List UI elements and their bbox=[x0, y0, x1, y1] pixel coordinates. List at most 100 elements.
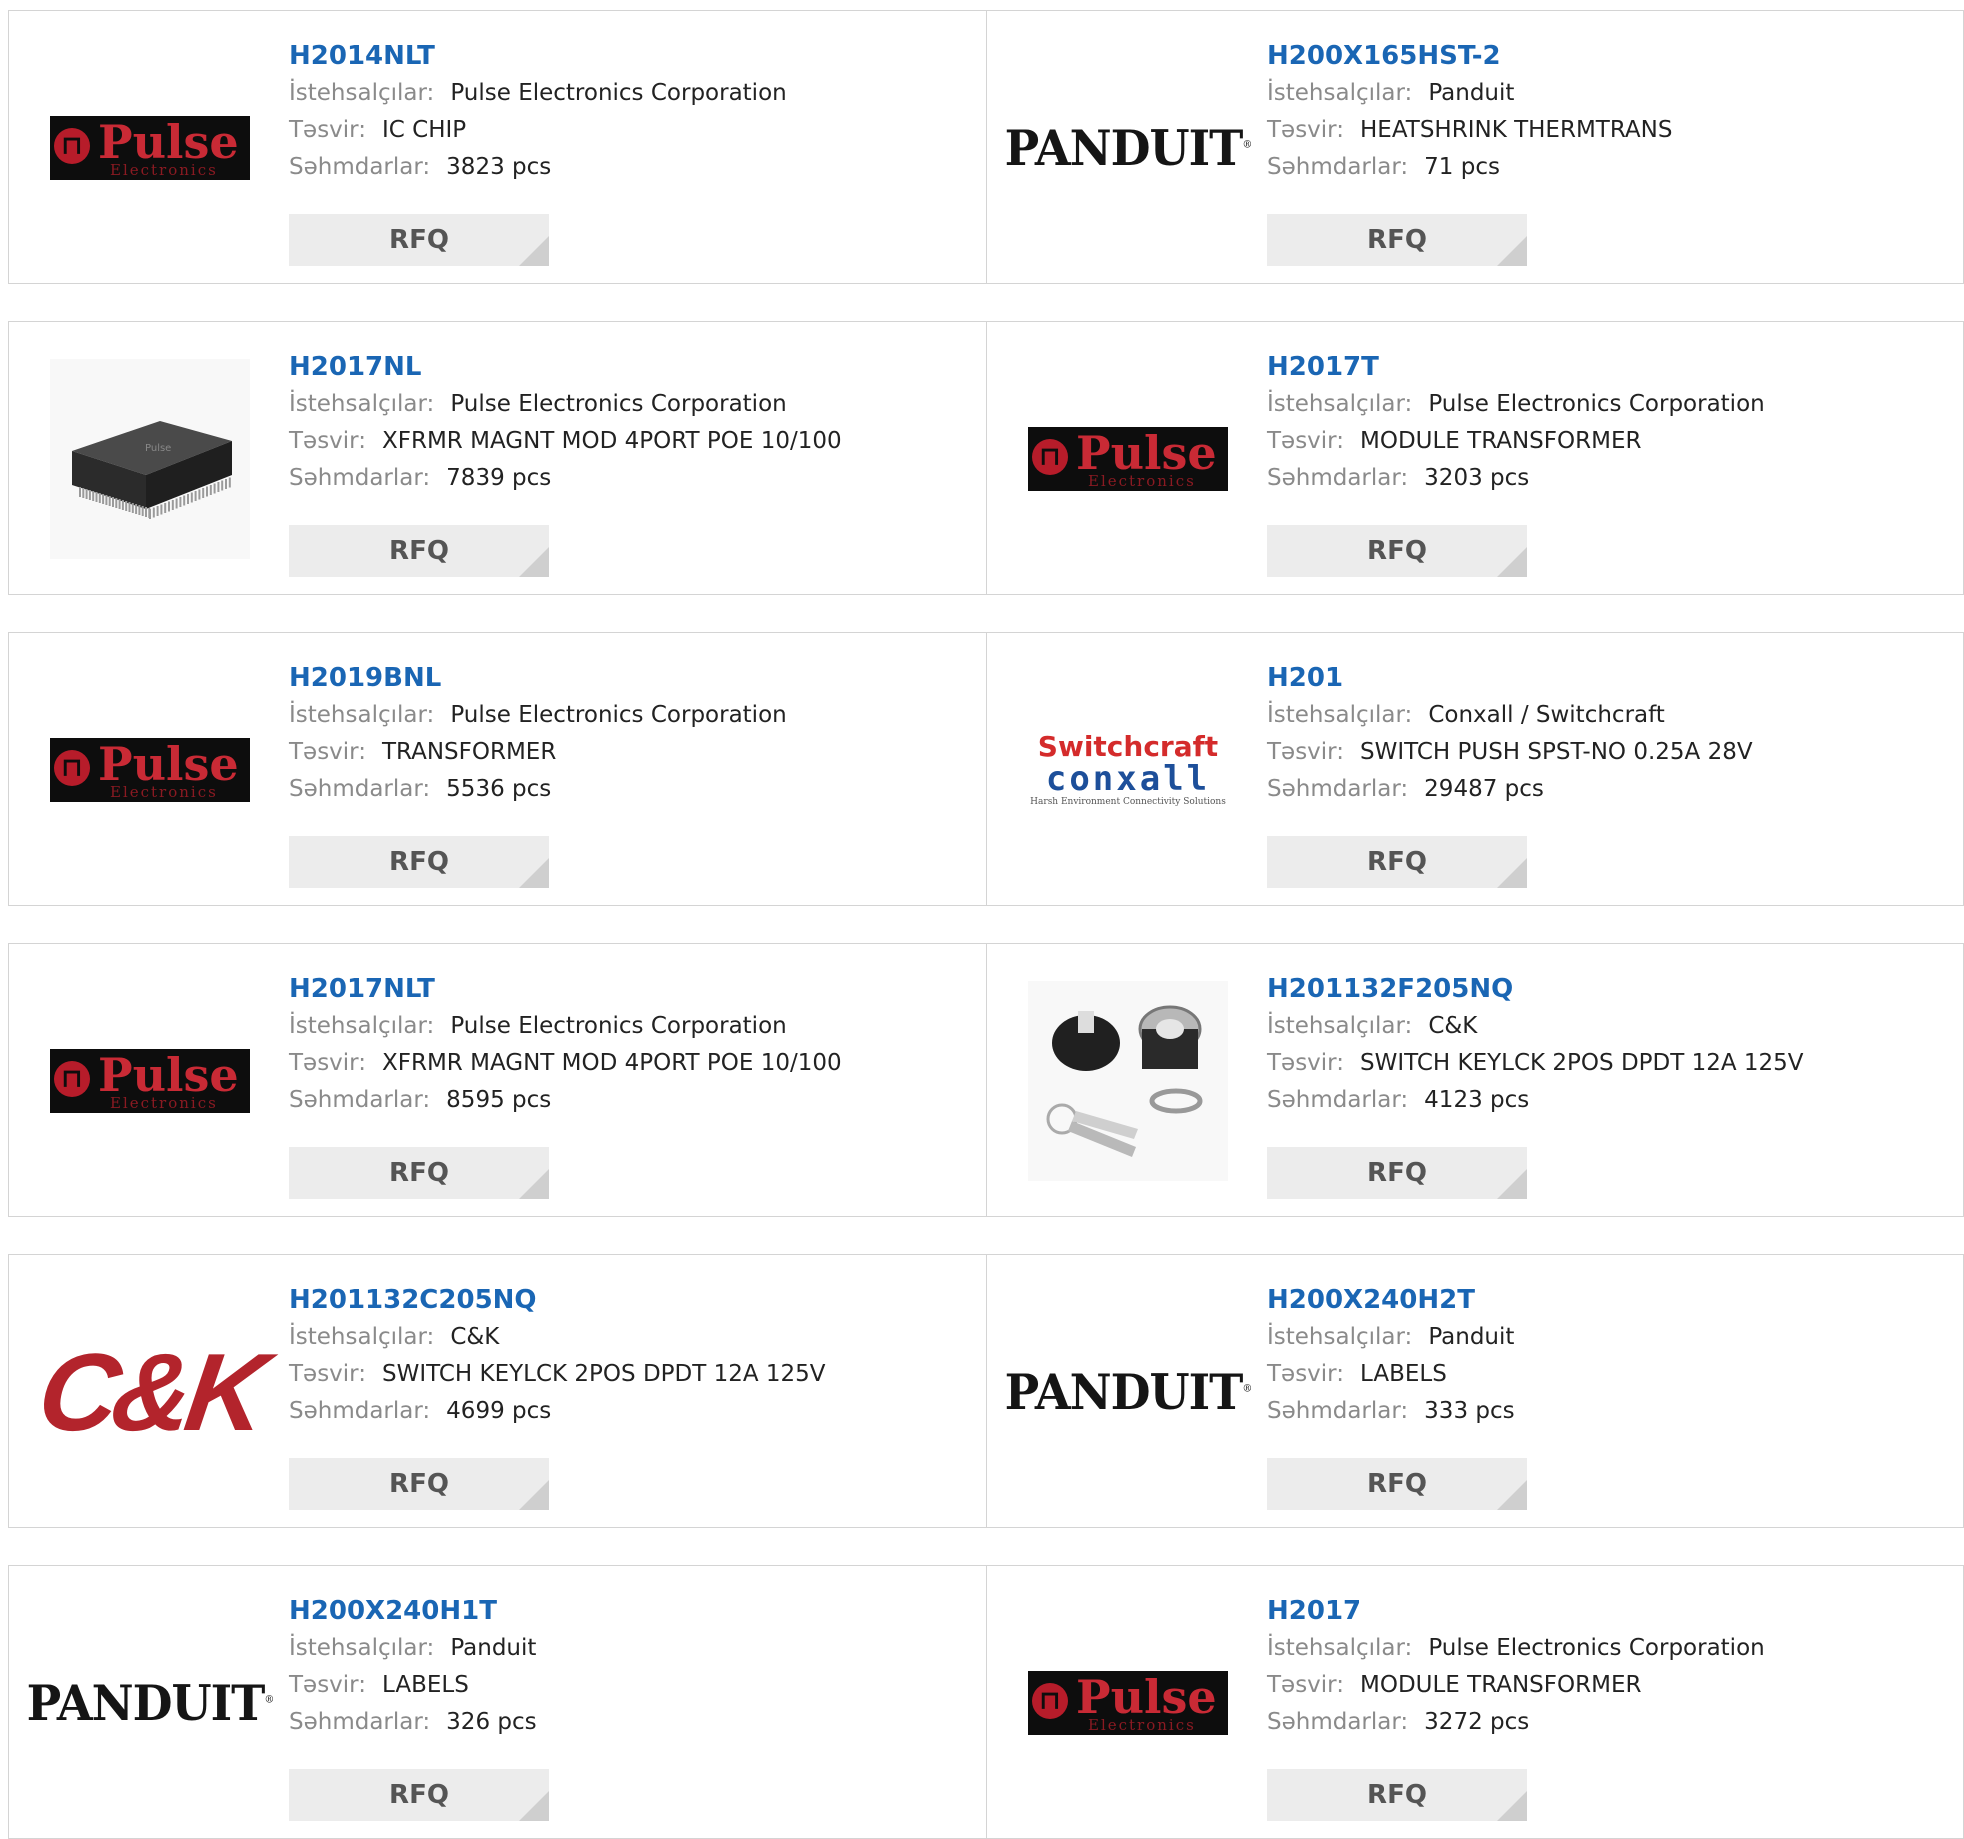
stock-line: Səhmdarlar: 3203 pcs bbox=[1267, 460, 1765, 497]
part-number-link[interactable]: H200X240H2T bbox=[1267, 1283, 1515, 1319]
rfq-label: RFQ bbox=[389, 225, 449, 255]
product-card: H201132F205NQ İstehsalçılar: C&K Təsvir: SWI… bbox=[986, 944, 1964, 1216]
description-line: Təsvir: LABELS bbox=[289, 1667, 537, 1704]
stock-value: 4699 pcs bbox=[446, 1398, 552, 1424]
manufacturer-value: Panduit bbox=[450, 1635, 537, 1661]
product-image[interactable]: PANDUIT® bbox=[1005, 47, 1253, 249]
manufacturer-value: Conxall / Switchcraft bbox=[1428, 702, 1665, 728]
rfq-button[interactable]: RFQ bbox=[1267, 214, 1527, 266]
product-row: Pulse H2017NL İstehsalçılar: Pulse Electron… bbox=[8, 321, 1964, 595]
manufacturer-line: İstehsalçılar: Pulse Electronics Corporat… bbox=[1267, 1630, 1765, 1667]
corner-triangle-icon bbox=[519, 858, 549, 888]
product-image[interactable]: ⊓ Pulse Electronics bbox=[1027, 1602, 1229, 1804]
manufacturer-line: İstehsalçılar: Pulse Electronics Corporat… bbox=[289, 1008, 842, 1045]
product-info: H200X240H2T İstehsalçılar: Panduit Təsvir: L… bbox=[1267, 1283, 1515, 1430]
rfq-button[interactable]: RFQ bbox=[289, 525, 549, 577]
manufacturer-label: İstehsalçılar: bbox=[1267, 80, 1413, 106]
description-label: Təsvir: bbox=[289, 117, 366, 143]
rfq-button[interactable]: RFQ bbox=[289, 1769, 549, 1821]
switchcraft-conxall-logo: Switchcraft conxall Harsh Environment Conn… bbox=[1030, 730, 1226, 808]
description-line: Təsvir: XFRMR MAGNT MOD 4PORT POE 10/100 bbox=[289, 1045, 842, 1082]
description-value: MODULE TRANSFORMER bbox=[1360, 428, 1642, 454]
pulse-electronics-logo: ⊓ Pulse Electronics bbox=[1028, 1671, 1228, 1735]
rfq-label: RFQ bbox=[389, 1469, 449, 1499]
rfq-label: RFQ bbox=[389, 847, 449, 877]
product-image[interactable]: ⊓ Pulse Electronics bbox=[49, 669, 251, 871]
part-number-link[interactable]: H2017NL bbox=[289, 350, 842, 386]
rfq-button[interactable]: RFQ bbox=[289, 1147, 549, 1199]
part-number-link[interactable]: H2017 bbox=[1267, 1594, 1765, 1630]
product-card: PANDUIT® H200X240H2T İstehsalçılar: Panduit… bbox=[986, 1255, 1964, 1527]
manufacturer-label: İstehsalçılar: bbox=[289, 391, 435, 417]
product-image[interactable]: Switchcraft conxall Harsh Environment Conn… bbox=[1027, 669, 1229, 871]
product-card: PANDUIT® H200X240H1T İstehsalçılar: Panduit… bbox=[8, 1566, 987, 1838]
rfq-button[interactable]: RFQ bbox=[1267, 1147, 1527, 1199]
product-info: H2017NL İstehsalçılar: Pulse Electronics C… bbox=[289, 350, 842, 497]
description-line: Təsvir: HEATSHRINK THERMTRANS bbox=[1267, 112, 1672, 149]
stock-value: 5536 pcs bbox=[446, 776, 552, 802]
product-info: H2014NLT İstehsalçılar: Pulse Electronics … bbox=[289, 39, 787, 186]
stock-line: Səhmdarlar: 3272 pcs bbox=[1267, 1704, 1765, 1741]
product-image[interactable]: PANDUIT® bbox=[1005, 1291, 1253, 1493]
manufacturer-label: İstehsalçılar: bbox=[1267, 391, 1413, 417]
part-number-link[interactable]: H201132F205NQ bbox=[1267, 972, 1804, 1008]
product-image[interactable] bbox=[1027, 980, 1229, 1182]
rfq-button[interactable]: RFQ bbox=[1267, 525, 1527, 577]
product-image[interactable]: C&K bbox=[31, 1291, 269, 1493]
product-image[interactable]: ⊓ Pulse Electronics bbox=[49, 980, 251, 1182]
manufacturer-label: İstehsalçılar: bbox=[1267, 1013, 1413, 1039]
corner-triangle-icon bbox=[1497, 1480, 1527, 1510]
description-line: Təsvir: XFRMR MAGNT MOD 4PORT POE 10/100 bbox=[289, 423, 842, 460]
stock-label: Səhmdarlar: bbox=[1267, 154, 1409, 180]
stock-label: Səhmdarlar: bbox=[289, 1087, 431, 1113]
product-row: PANDUIT® H200X240H1T İstehsalçılar: Panduit… bbox=[8, 1565, 1964, 1839]
rfq-button[interactable]: RFQ bbox=[289, 214, 549, 266]
product-card: ⊓ Pulse Electronics H2017T İstehsalçılar: Pul… bbox=[986, 322, 1964, 594]
stock-label: Səhmdarlar: bbox=[289, 154, 431, 180]
rfq-button[interactable]: RFQ bbox=[289, 1458, 549, 1510]
product-image[interactable]: Pulse bbox=[49, 358, 251, 560]
stock-line: Səhmdarlar: 8595 pcs bbox=[289, 1082, 842, 1119]
stock-label: Səhmdarlar: bbox=[289, 1398, 431, 1424]
manufacturer-value: Panduit bbox=[1428, 1324, 1515, 1350]
manufacturer-value: Pulse Electronics Corporation bbox=[450, 391, 787, 417]
rfq-button[interactable]: RFQ bbox=[1267, 836, 1527, 888]
description-value: SWITCH KEYLCK 2POS DPDT 12A 125V bbox=[382, 1361, 826, 1387]
rfq-label: RFQ bbox=[1367, 1780, 1427, 1810]
manufacturer-value: Pulse Electronics Corporation bbox=[450, 702, 787, 728]
manufacturer-value: C&K bbox=[1428, 1013, 1478, 1039]
manufacturer-line: İstehsalçılar: Pulse Electronics Corporat… bbox=[289, 75, 787, 112]
product-info: H200X165HST-2 İstehsalçılar: Panduit Təsvir… bbox=[1267, 39, 1672, 186]
product-info: H2017NLT İstehsalçılar: Pulse Electronics … bbox=[289, 972, 842, 1119]
stock-line: Səhmdarlar: 3823 pcs bbox=[289, 149, 787, 186]
part-number-link[interactable]: H200X240H1T bbox=[289, 1594, 537, 1630]
rfq-button[interactable]: RFQ bbox=[289, 836, 549, 888]
product-image[interactable]: PANDUIT® bbox=[27, 1602, 275, 1804]
part-number-link[interactable]: H2014NLT bbox=[289, 39, 787, 75]
rfq-button[interactable]: RFQ bbox=[1267, 1458, 1527, 1510]
pulse-electronics-logo: ⊓ Pulse Electronics bbox=[50, 1049, 250, 1113]
manufacturer-line: İstehsalçılar: Pulse Electronics Corporat… bbox=[1267, 386, 1765, 423]
rfq-button[interactable]: RFQ bbox=[1267, 1769, 1527, 1821]
description-label: Təsvir: bbox=[1267, 117, 1344, 143]
panduit-logo: PANDUIT® bbox=[26, 1674, 275, 1732]
keylock-switch-photo bbox=[1028, 981, 1228, 1181]
product-image[interactable]: ⊓ Pulse Electronics bbox=[1027, 358, 1229, 560]
stock-label: Səhmdarlar: bbox=[1267, 1709, 1409, 1735]
description-label: Təsvir: bbox=[289, 428, 366, 454]
product-row: C&K H201132C205NQ İstehsalçılar: C&K Təsvir:… bbox=[8, 1254, 1964, 1528]
part-number-link[interactable]: H2017NLT bbox=[289, 972, 842, 1008]
part-number-link[interactable]: H201 bbox=[1267, 661, 1753, 697]
part-number-link[interactable]: H200X165HST-2 bbox=[1267, 39, 1672, 75]
product-card: ⊓ Pulse Electronics H2014NLT İstehsalçılar: P… bbox=[8, 11, 987, 283]
product-image[interactable]: ⊓ Pulse Electronics bbox=[49, 47, 251, 249]
part-number-link[interactable]: H2017T bbox=[1267, 350, 1765, 386]
part-number-link[interactable]: H201132C205NQ bbox=[289, 1283, 826, 1319]
product-card: ⊓ Pulse Electronics H2019BNL İstehsalçılar: P… bbox=[8, 633, 987, 905]
manufacturer-line: İstehsalçılar: Conxall / Switchcraft bbox=[1267, 697, 1753, 734]
stock-value: 3272 pcs bbox=[1424, 1709, 1530, 1735]
stock-line: Səhmdarlar: 326 pcs bbox=[289, 1704, 537, 1741]
part-number-link[interactable]: H2019BNL bbox=[289, 661, 787, 697]
description-line: Təsvir: MODULE TRANSFORMER bbox=[1267, 423, 1765, 460]
manufacturer-value: Pulse Electronics Corporation bbox=[1428, 1635, 1765, 1661]
